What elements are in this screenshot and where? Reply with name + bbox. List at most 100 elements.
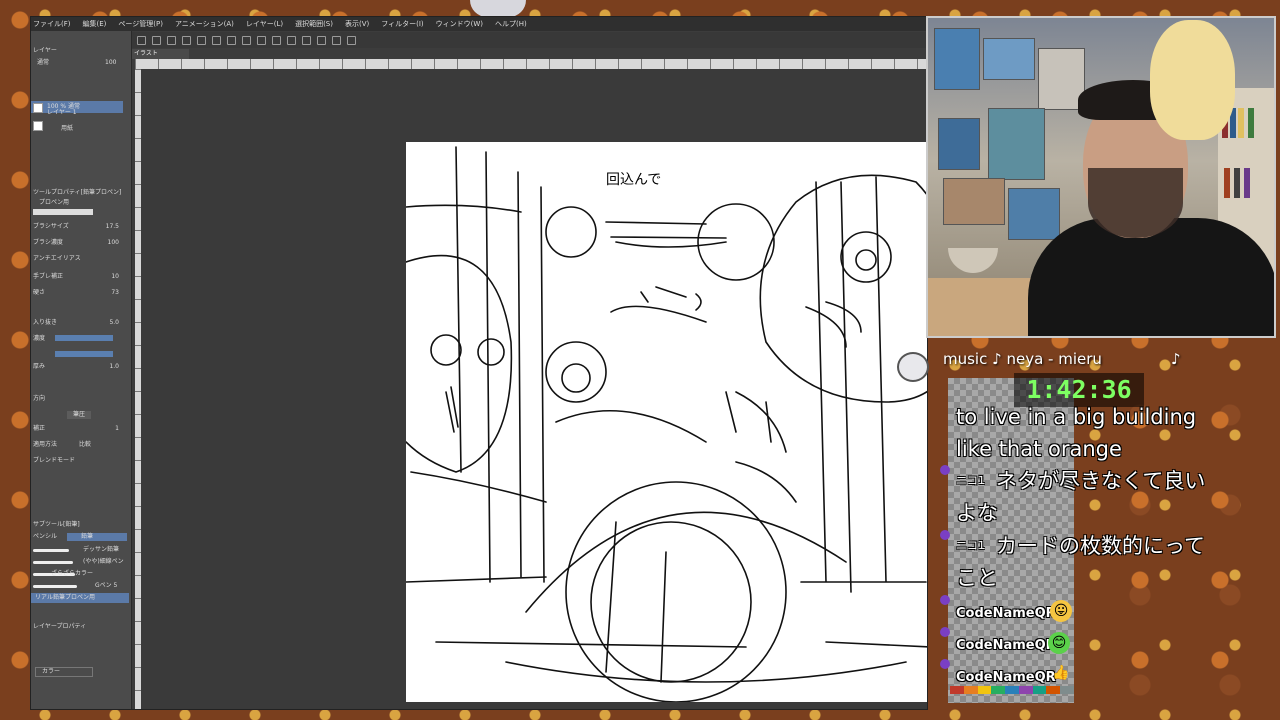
blend-mode-select[interactable]: 通常	[37, 59, 49, 67]
redo-icon[interactable]	[212, 35, 221, 45]
fill-icon[interactable]	[242, 35, 251, 45]
snap-icon[interactable]	[317, 35, 326, 45]
pen-pressure-button[interactable]: 筆圧	[67, 411, 92, 419]
command-bar	[131, 32, 927, 48]
crop-icon[interactable]	[287, 35, 296, 45]
thickness-slider[interactable]	[55, 351, 113, 357]
layer-thumbnail	[33, 103, 43, 113]
color-swatch	[1046, 686, 1061, 694]
color-swatch	[1060, 686, 1075, 694]
person-beard	[1088, 168, 1183, 238]
settings-icon[interactable]	[347, 35, 356, 45]
open-file-icon[interactable]	[152, 35, 161, 45]
color-swatch	[963, 686, 978, 694]
brush-item-3-label: ざらざらカラー	[51, 570, 94, 577]
thickness-row[interactable]: 厚み 1.0	[33, 363, 129, 371]
correction-row[interactable]: 補正 1	[33, 425, 129, 433]
menu-view[interactable]: 表示(V)	[345, 19, 369, 29]
size-dynamic-row[interactable]: 入り抜き 5.0	[33, 319, 129, 327]
menu-animation[interactable]: アニメーション(A)	[175, 19, 234, 29]
left-tool-panel: レイヤー 通常 100 100 % 通常 レイヤー 1 用紙 ツールプロパティ[…	[31, 31, 132, 709]
menu-edit[interactable]: 編集(E)	[83, 19, 107, 29]
brush-item-3[interactable]: ざらざらカラー	[31, 569, 129, 579]
layer-row-1[interactable]: 100 % 通常 レイヤー 1	[31, 101, 123, 116]
color-swatch	[1018, 686, 1033, 694]
antialias-row[interactable]: アンチエイリアス	[33, 255, 129, 263]
canvas-area[interactable]: 回込んで	[141, 69, 927, 709]
color-strip	[950, 686, 1075, 694]
brush-item-5[interactable]: リアル鉛筆プロペン用	[31, 593, 129, 603]
color-swatch	[1032, 686, 1047, 694]
layer-1-sub: レイヤー 1	[47, 109, 77, 116]
subtool-tab-1[interactable]: ペンシル	[33, 533, 57, 541]
density-slider[interactable]	[55, 335, 113, 341]
layer-panel-title: レイヤー	[33, 47, 57, 54]
antialias-label: アンチエイリアス	[33, 255, 81, 262]
menu-window[interactable]: ウィンドウ(W)	[436, 19, 483, 29]
menu-filter[interactable]: フィルター(I)	[381, 19, 423, 29]
correction-value: 1	[115, 425, 119, 432]
poster	[983, 38, 1035, 80]
ruler-snap-icon[interactable]	[332, 35, 341, 45]
music-note-icon: ♪	[1171, 350, 1181, 368]
menu-page[interactable]: ページ管理(P)	[118, 19, 163, 29]
brush-item-4-label: Gペン 5	[95, 582, 118, 589]
menu-help[interactable]: ヘルプ(H)	[495, 19, 527, 29]
chat-badge-icon	[940, 627, 950, 637]
chat-user-name: CodeNameQR	[956, 638, 1056, 653]
hardness-row[interactable]: 硬さ 73	[33, 289, 129, 297]
stabilize-label: 手ブレ補正	[33, 273, 64, 280]
menu-file[interactable]: ファイル(F)	[33, 19, 71, 29]
curve-label: 方向	[33, 395, 46, 402]
transform-icon[interactable]	[257, 35, 266, 45]
smile-emote-icon: 😊	[1048, 632, 1070, 654]
poster	[934, 28, 980, 90]
document-tab[interactable]: イラスト	[131, 49, 189, 59]
brush-density-label: 濃度	[33, 335, 46, 342]
brush-item-4[interactable]: Gペン 5	[31, 581, 129, 591]
layer-property-title: レイヤープロパティ	[33, 623, 87, 630]
color-swatch	[1005, 686, 1019, 694]
export-icon[interactable]	[182, 35, 191, 45]
size-dynamic-value: 5.0	[109, 319, 119, 326]
invert-icon[interactable]	[302, 35, 311, 45]
method-row[interactable]: 適用方法 比較	[33, 441, 129, 449]
opacity-value[interactable]: 100	[105, 59, 116, 67]
hardness-value: 73	[111, 289, 119, 296]
menu-selection[interactable]: 選択範囲(S)	[295, 19, 333, 29]
hardness-label: 硬さ	[33, 289, 46, 296]
subtool-tab-2[interactable]: 鉛筆	[67, 533, 127, 541]
stabilize-value: 10	[111, 273, 119, 280]
drawing-canvas[interactable]: 回込んで	[406, 142, 927, 702]
method-label: 適用方法	[33, 441, 58, 448]
deselect-icon[interactable]	[272, 35, 281, 45]
density-row[interactable]: ブラシ濃度 100	[33, 239, 129, 247]
method-value: 比較	[79, 441, 92, 448]
new-file-icon[interactable]	[137, 35, 146, 45]
brush-size-row[interactable]: ブラシサイズ 17.5	[33, 223, 129, 231]
stabilize-row[interactable]: 手ブレ補正 10	[33, 273, 129, 281]
brush-item-2-label: (やや)細線ペン	[83, 558, 124, 565]
chat-badge-icon	[940, 530, 950, 540]
undo-icon[interactable]	[197, 35, 206, 45]
tongue-emote-icon: 😛	[1050, 600, 1072, 622]
poster	[1008, 188, 1060, 240]
thickness-value: 1.0	[109, 363, 119, 370]
menu-layer[interactable]: レイヤー(L)	[246, 19, 283, 29]
color-select[interactable]: カラー	[35, 667, 93, 677]
brush-size-label: ブラシサイズ	[33, 223, 69, 230]
chat-message-3-line-2: こと	[956, 566, 998, 590]
clear-icon[interactable]	[227, 35, 236, 45]
brush-item-1[interactable]: デッサン鉛筆	[31, 545, 129, 555]
save-icon[interactable]	[167, 35, 176, 45]
mascot-icon	[897, 352, 929, 382]
brush-item-2[interactable]: (やや)細線ペン	[31, 557, 129, 567]
brush-item-1-label: デッサン鉛筆	[83, 546, 120, 553]
density-value: 100	[107, 239, 119, 246]
chat-badge-icon	[940, 465, 950, 475]
chat-message-1-line-2: like that orange	[956, 437, 1122, 461]
layer-row-paper[interactable]: 用紙	[31, 119, 123, 132]
bowl	[948, 248, 998, 273]
color-swatch	[977, 686, 992, 694]
brush-item-5-label: リアル鉛筆プロペン用	[35, 594, 95, 601]
